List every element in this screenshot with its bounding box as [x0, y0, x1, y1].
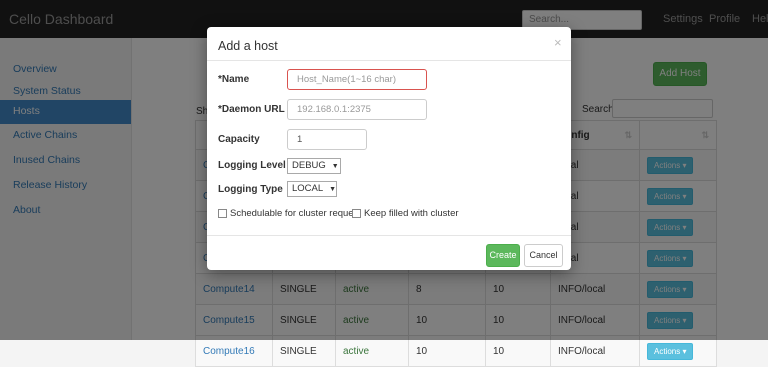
add-host-modal: Add a host × *Name Host_Name(1~16 char) …	[207, 27, 571, 270]
capacity-label: Capacity	[218, 134, 260, 145]
schedulable-checkbox[interactable]	[218, 209, 227, 218]
modal-title: Add a host	[218, 39, 278, 53]
capacity-input[interactable]: 1	[287, 129, 367, 150]
modal-header-divider	[207, 60, 571, 61]
status-cell: active	[335, 335, 409, 367]
actions-dropdown-button[interactable]: Actions ▾	[647, 342, 694, 360]
logging-type-label: Logging Type	[218, 184, 283, 195]
logging-type-select[interactable]: LOCAL ▼	[287, 181, 337, 197]
actions-cell: Actions ▾	[639, 335, 717, 367]
modal-footer-divider	[207, 235, 571, 236]
keep-filled-label[interactable]: Keep filled with cluster	[364, 208, 459, 219]
chevron-down-icon: ▼	[331, 163, 339, 170]
schedulable-label[interactable]: Schedulable for cluster request	[230, 208, 361, 219]
logging-level-value: DEBUG	[292, 160, 326, 171]
host-name-input[interactable]: Host_Name(1~16 char)	[287, 69, 427, 90]
close-icon[interactable]: ×	[554, 35, 562, 50]
daemon-url-input[interactable]: 192.168.0.1:2375	[287, 99, 427, 120]
config-cell: INFO/local	[550, 335, 640, 367]
host-name-cell[interactable]: Compute16	[195, 335, 273, 367]
table-row: Compute16 SINGLE active 10 10 INFO/local…	[195, 335, 717, 367]
cancel-button[interactable]: Cancel	[524, 244, 563, 267]
chains-cell: 10	[408, 335, 486, 367]
create-button[interactable]: Create	[486, 244, 520, 267]
logging-level-select[interactable]: DEBUG ▼	[287, 158, 341, 174]
logging-type-value: LOCAL	[292, 183, 324, 194]
capacity-cell: 10	[485, 335, 551, 367]
daemon-url-label: *Daemon URL	[218, 104, 285, 115]
keep-filled-checkbox[interactable]	[352, 209, 361, 218]
chevron-down-icon: ▼	[329, 186, 337, 193]
type-cell: SINGLE	[272, 335, 336, 367]
logging-level-label: Logging Level	[218, 160, 286, 171]
name-label: *Name	[218, 74, 250, 85]
